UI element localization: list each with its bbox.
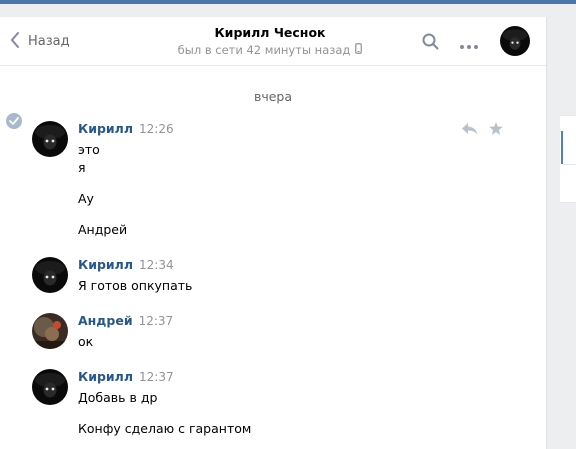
message-text: я [78,160,86,175]
message-text: Я готов опкупать [78,278,193,293]
avatar[interactable] [32,369,68,405]
search-icon[interactable] [422,33,439,53]
chat-title-block: Кирилл Чеснок был в сети 42 минуты назад [140,25,400,57]
status-text: был в сети 42 минуты назад [177,43,351,57]
message-header: Кирилл 12:34 [78,257,174,272]
message-header: Андрей 12:37 [78,313,173,328]
message-text: Добавь в др [78,390,158,405]
message-time[interactable]: 12:37 [139,314,174,328]
message-author[interactable]: Кирилл [78,369,133,384]
avatar[interactable] [32,257,68,293]
message-time[interactable]: 12:34 [139,258,174,272]
chat-title[interactable]: Кирилл Чеснок [140,25,400,40]
message-time[interactable]: 12:26 [139,122,174,136]
avatar[interactable] [32,121,68,157]
message-text: ок [78,334,94,349]
message-author[interactable]: Кирилл [78,121,133,136]
message-author[interactable]: Андрей [78,313,133,328]
message-text: Андрей [78,222,128,237]
back-label: Назад [28,34,70,49]
online-status: был в сети 42 минуты назад [140,43,400,57]
date-separator: вчера [253,89,293,104]
message-header: Кирилл 12:37 [78,369,174,384]
message-text: Ау [78,191,94,206]
mobile-phone-icon [355,43,363,57]
message-time[interactable]: 12:37 [139,370,174,384]
chat-header: Назад Кирилл Чеснок был в сети 42 минуты… [0,17,546,66]
reply-icon[interactable] [462,123,478,138]
header-avatar[interactable] [500,26,530,56]
top-accent-bar [0,0,576,4]
star-icon[interactable] [489,122,503,138]
message-author[interactable]: Кирилл [78,257,133,272]
message-text: Конфу сделаю с гарантом [78,421,252,436]
avatar[interactable] [32,313,68,349]
chevron-left-icon [10,32,20,51]
check-circle-icon[interactable] [6,113,22,129]
chat-panel: Назад Кирилл Чеснок был в сети 42 минуты… [0,17,547,449]
back-button[interactable]: Назад [10,32,70,51]
message-header: Кирилл 12:26 [78,121,174,136]
right-nav-divider [563,164,576,165]
message-text: это [78,142,100,157]
more-dots-icon[interactable] [459,38,479,53]
right-nav-selected-indicator[interactable] [561,131,563,164]
